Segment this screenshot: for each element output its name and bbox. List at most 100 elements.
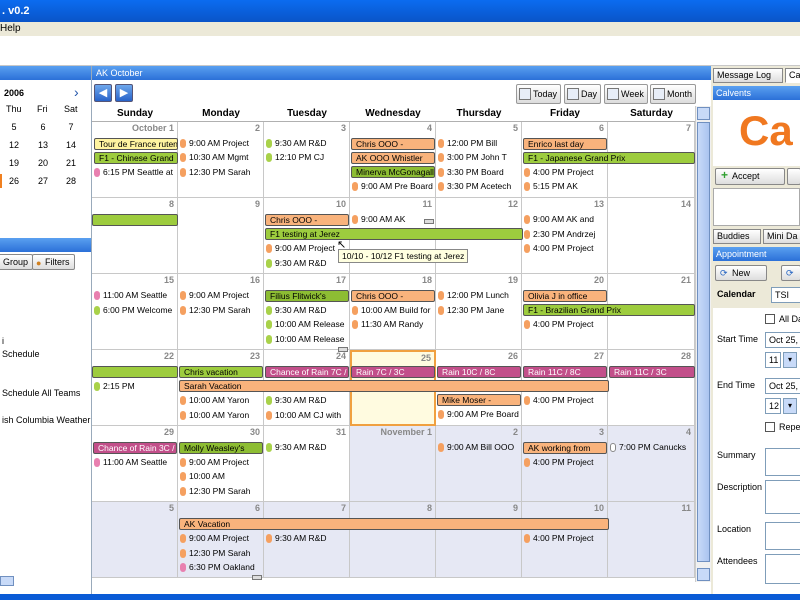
event[interactable]: 3:30 PM Acetech [436,181,522,192]
all-day-checkbox[interactable] [765,314,775,324]
mini-day[interactable]: 27 [35,176,51,186]
calendar-scrollbar[interactable] [695,106,711,582]
event[interactable]: 11:30 AM Randy [350,319,436,330]
event[interactable]: 10:00 AM CJ with [264,410,350,421]
event-bar[interactable]: Mike Moser - [437,394,521,406]
tab-message-log[interactable]: Message Log [713,68,783,83]
event[interactable]: 9:30 AM R&D [264,533,350,544]
day-cell[interactable]: 2 [436,426,522,502]
more-events-indicator[interactable] [252,575,262,580]
end-hour-field[interactable]: 12 [765,398,781,414]
event[interactable]: 4:00 PM Project [522,243,608,254]
description-field[interactable] [765,480,800,514]
end-date-field[interactable]: Oct 25, [765,378,800,394]
event[interactable]: 12:30 PM Sarah [178,548,264,559]
day-cell[interactable]: 31 [264,426,350,502]
more-events-indicator[interactable] [424,219,434,224]
repeat-checkbox[interactable] [765,422,775,432]
day-cell[interactable]: 4 [608,426,695,502]
event[interactable]: 9:00 AM Pre Board [350,181,436,192]
event[interactable]: 10:00 AM Release [264,319,350,330]
group-button[interactable]: Group [0,254,34,270]
start-date-field[interactable]: Oct 25, [765,332,800,348]
event[interactable]: 9:00 AM Project [178,138,264,149]
day-cell[interactable]: 5 [92,502,178,578]
mini-day[interactable]: 26 [6,176,22,186]
weather-bar[interactable]: Rain 7C / 3C [351,366,435,378]
event-bar[interactable]: Minerva McGonagall [351,166,435,178]
event-bar[interactable]: AK OOO Whistler [351,152,435,164]
event-bar[interactable]: Sarah Vacation [179,380,609,392]
day-cell[interactable]: 14 [608,198,695,274]
day-cell[interactable]: 11 [608,502,695,578]
event[interactable]: 12:30 PM Jane [436,305,522,316]
tree-item[interactable]: Schedule All Teams [2,388,80,398]
event[interactable]: 9:30 AM R&D [264,442,350,453]
accept-button[interactable]: + Accept [715,168,785,185]
start-hour-dropdown-icon[interactable]: ▾ [783,352,797,368]
event[interactable]: 12:30 PM Sarah [178,486,264,497]
event[interactable]: 10:30 AM Mgmt [178,152,264,163]
weather-bar[interactable]: Rain 11C / 8C [523,366,607,378]
event[interactable]: 4:00 PM Project [522,319,608,330]
day-cell[interactable]: 9 [436,502,522,578]
event-bar[interactable]: AK Vacation [179,518,609,530]
event-bar[interactable]: AK working from [523,442,607,454]
event-bar[interactable]: F1 - Chinese Grand [94,152,178,164]
event-bar[interactable]: Chris OOO - [265,214,349,226]
tree-item[interactable]: ish Columbia Weather - [2,415,96,425]
mini-day[interactable]: 14 [63,140,79,150]
event[interactable]: 10:00 AM Yaron [178,410,264,421]
event[interactable]: 5:15 PM AK [522,181,608,192]
month-view-button[interactable]: Month [650,84,697,104]
day-cell[interactable]: November 1 [350,426,436,502]
event-bar[interactable]: F1 - Japanese Grand Prix [523,152,695,164]
mini-day[interactable]: 6 [35,122,51,132]
event[interactable]: 9:00 AM Project [178,290,264,301]
new-appointment-button[interactable]: ⟳ New [715,265,767,281]
event-bar[interactable]: Enrico last day [523,138,607,150]
summary-field[interactable] [765,448,800,476]
scroll-thumb[interactable] [697,122,710,562]
end-hour-dropdown-icon[interactable]: ▾ [783,398,797,414]
event[interactable]: 9:00 AM Project [178,533,264,544]
mini-day[interactable]: 12 [6,140,22,150]
scroll-up-button[interactable] [697,107,710,120]
weather-bar[interactable]: Rain 10C / 8C [437,366,521,378]
day-cell[interactable]: 9 [178,198,264,274]
event[interactable]: 12:30 PM Sarah [178,167,264,178]
event-bar[interactable]: F1 testing at Jerez [265,228,523,240]
left-scrollbar[interactable] [0,576,14,586]
event[interactable]: 4:00 PM Project [522,533,608,544]
mini-day[interactable]: 28 [63,176,79,186]
attendees-field[interactable] [765,554,800,584]
event[interactable]: 10:00 AM Yaron [178,395,264,406]
mini-calendar-next-icon[interactable]: › [74,84,79,100]
event-bar[interactable] [92,214,178,226]
tab-cal[interactable]: Cal [785,68,800,83]
mini-day[interactable]: 20 [35,158,51,168]
weather-bar[interactable]: Chance of Rain 3C / [93,442,177,454]
event[interactable]: 2:30 PM Andrzej [522,229,608,240]
event[interactable]: 3:30 PM Board [436,167,522,178]
event[interactable]: 10:00 AM Release [264,334,350,345]
event[interactable]: 6:00 PM Welcome [92,305,178,316]
event[interactable]: 9:00 AM Pre Board [436,409,522,420]
event[interactable]: 3:00 PM John T [436,152,522,163]
event-bar[interactable]: Molly Weasley's [179,442,263,454]
calendar-field[interactable]: TSI [771,287,800,303]
start-hour-field[interactable]: 11 [765,352,781,368]
mini-day[interactable]: 19 [6,158,22,168]
event[interactable]: 9:00 AM Project [178,457,264,468]
prev-month-button[interactable]: ◀ [94,84,112,102]
event[interactable]: 2:15 PM [92,381,178,392]
event-bar[interactable] [92,366,178,378]
event[interactable]: 9:30 AM R&D [264,305,350,316]
location-field[interactable] [765,522,800,550]
week-view-button[interactable]: Week [604,84,648,104]
event[interactable]: 10:00 AM [178,471,264,482]
menu-help[interactable]: Help [0,23,21,34]
more-events-indicator[interactable] [338,347,348,352]
mini-day[interactable]: 21 [63,158,79,168]
event-bar[interactable]: Chris vacation [179,366,263,378]
